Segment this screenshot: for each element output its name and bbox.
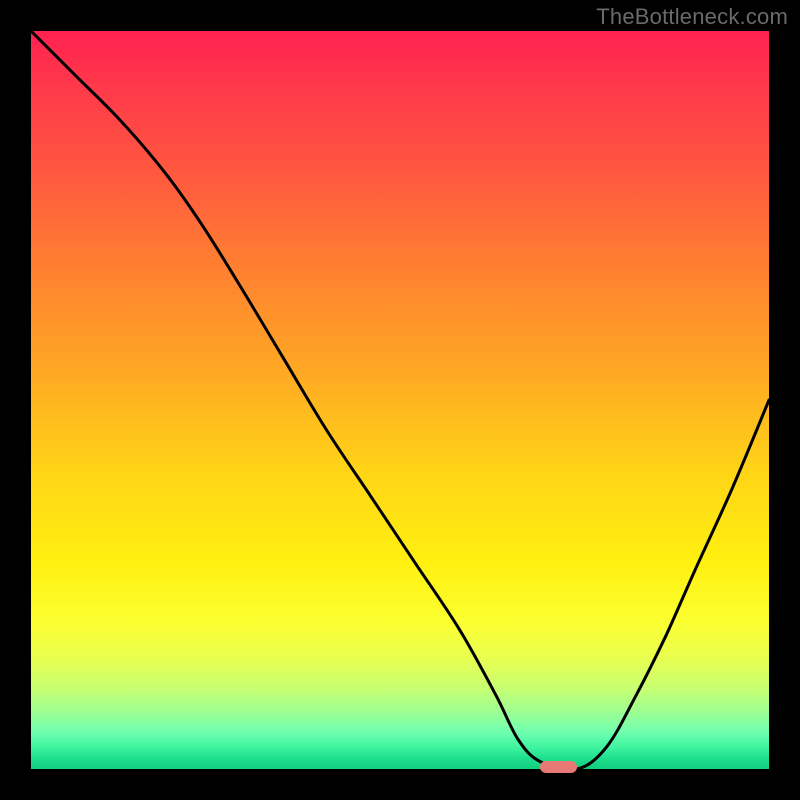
watermark-text: TheBottleneck.com bbox=[596, 4, 788, 30]
chart-frame: TheBottleneck.com bbox=[0, 0, 800, 800]
curve-layer bbox=[31, 31, 769, 769]
bottleneck-curve bbox=[31, 31, 769, 769]
plot-area bbox=[31, 31, 769, 769]
optimal-marker bbox=[540, 761, 577, 773]
